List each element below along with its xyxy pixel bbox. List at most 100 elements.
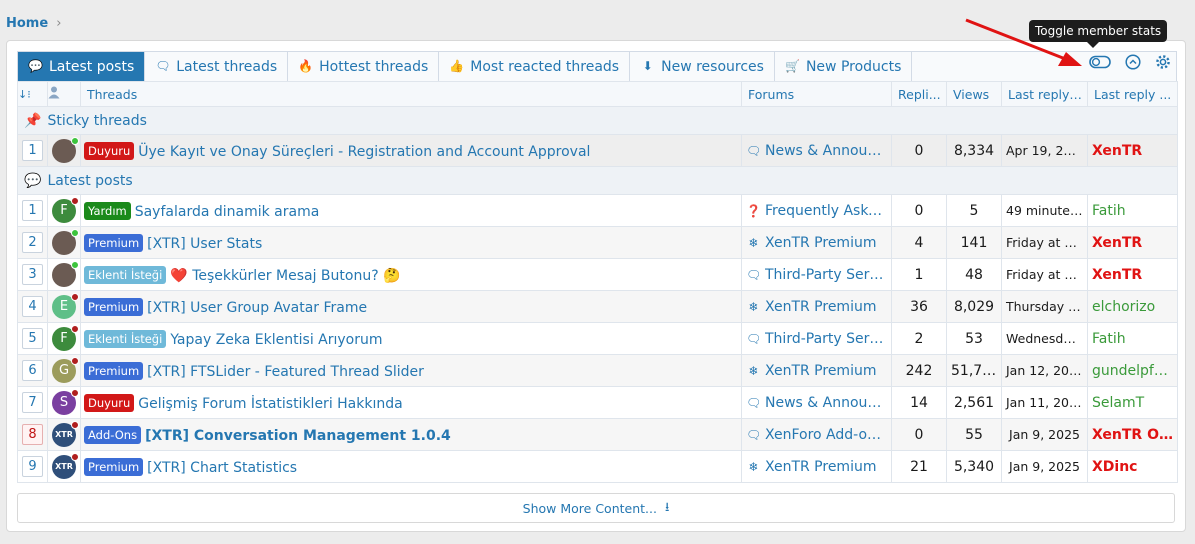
threads-column-header[interactable]: Threads bbox=[80, 81, 742, 107]
last-reply-user[interactable]: XenTR Of... bbox=[1087, 418, 1178, 451]
forum-link[interactable]: News & Announ... bbox=[765, 395, 887, 411]
collapse-icon[interactable] bbox=[1125, 54, 1141, 70]
tab-latest-posts[interactable]: 💬 Latest posts bbox=[18, 52, 146, 81]
thread-title-link[interactable]: [XTR] User Group Avatar Frame bbox=[147, 300, 367, 316]
last-reply-user[interactable]: SelamT bbox=[1087, 386, 1178, 419]
reply-count: 4 bbox=[891, 226, 947, 259]
thread-title-link[interactable]: Sayfalarda dinamik arama bbox=[135, 204, 320, 220]
forums-column-header[interactable]: Forums bbox=[741, 81, 892, 107]
last-reply-date[interactable]: Apr 19, 2021 bbox=[1001, 134, 1088, 167]
tab-4-icon: ⬇ bbox=[642, 59, 653, 73]
last-reply-date-header[interactable]: Last reply ... bbox=[1001, 81, 1088, 107]
table-row[interactable]: 5 F Eklenti İsteği Yapay Zeka Eklentisi Arı… bbox=[17, 322, 1178, 355]
avatar[interactable]: XTR bbox=[52, 452, 79, 479]
chat-icon: 💬 bbox=[24, 172, 42, 189]
thread-prefix-badge[interactable]: Premium bbox=[84, 297, 144, 316]
last-reply-date[interactable]: Wednesday... bbox=[1001, 322, 1088, 355]
last-reply-date[interactable]: Jan 12, 2025 bbox=[1001, 354, 1088, 387]
tab-new-resources[interactable]: ⬇ New resources bbox=[630, 52, 775, 81]
avatar[interactable] bbox=[52, 228, 79, 255]
thread-title-link[interactable]: Üye Kayıt ve Onay Süreçleri - Registrati… bbox=[138, 144, 590, 160]
thread-title-link[interactable]: [XTR] User Stats bbox=[147, 236, 262, 252]
avatar[interactable]: E bbox=[52, 292, 79, 319]
last-reply-user-header[interactable]: Last reply ... bbox=[1087, 81, 1178, 107]
tab-hottest-threads[interactable]: 🔥 Hottest threads bbox=[288, 52, 440, 81]
thread-title-link[interactable]: Yapay Zeka Eklentisi Arıyorum bbox=[170, 332, 382, 348]
settings-gear-icon[interactable] bbox=[1155, 54, 1171, 70]
thread-title-link[interactable]: Gelişmiş Forum İstatistikleri Hakkında bbox=[138, 396, 402, 412]
row-number: 4 bbox=[22, 296, 43, 317]
thread-title-link[interactable]: ❤️ Teşekkürler Mesaj Butonu? 🤔 bbox=[170, 268, 400, 284]
replies-column-header[interactable]: Repli... bbox=[891, 81, 947, 107]
last-reply-user[interactable]: Fatih bbox=[1087, 322, 1178, 355]
avatar[interactable]: S bbox=[52, 388, 79, 415]
last-reply-user[interactable]: XDinc bbox=[1087, 450, 1178, 483]
breadcrumb-home[interactable]: Home bbox=[6, 16, 48, 31]
last-reply-user[interactable]: XenTR bbox=[1087, 258, 1178, 291]
forum-link[interactable]: Third-Party Servi... bbox=[765, 331, 887, 347]
thread-prefix-badge[interactable]: Premium bbox=[84, 457, 144, 476]
view-count: 141 bbox=[946, 226, 1002, 259]
avatar[interactable]: F bbox=[52, 324, 79, 351]
forum-link[interactable]: XenTR Premium bbox=[765, 235, 876, 251]
forum-link[interactable]: Frequently Aske... bbox=[765, 203, 887, 219]
thread-title-link[interactable]: [XTR] Conversation Management 1.0.4 bbox=[145, 428, 451, 444]
last-reply-user[interactable]: gundelpfa... bbox=[1087, 354, 1178, 387]
reply-count: 242 bbox=[891, 354, 947, 387]
last-reply-user[interactable]: XenTR bbox=[1087, 134, 1178, 167]
avatar[interactable]: XTR bbox=[52, 420, 79, 447]
last-reply-date[interactable]: Thursday at ... bbox=[1001, 290, 1088, 323]
table-row[interactable]: 2 Premium [XTR] User Stats ❄ XenTR Premium 4 1… bbox=[17, 226, 1178, 259]
forum-link[interactable]: News & Announ... bbox=[765, 143, 887, 159]
last-reply-date[interactable]: Friday at 2:... bbox=[1001, 226, 1088, 259]
tab-new-products[interactable]: 🛒 New Products bbox=[775, 52, 913, 81]
view-count: 8,029 bbox=[946, 290, 1002, 323]
thread-prefix-badge[interactable]: Eklenti İsteği bbox=[84, 329, 167, 348]
last-reply-user[interactable]: Fatih bbox=[1087, 194, 1178, 227]
thread-prefix-badge[interactable]: Add-Ons bbox=[84, 425, 142, 444]
forum-link[interactable]: XenTR Premium bbox=[765, 299, 876, 315]
table-row[interactable]: 1 F Yardım Sayfalarda dinamik arama ❓ Frequen… bbox=[17, 194, 1178, 227]
last-reply-date[interactable]: Jan 9, 2025 bbox=[1001, 418, 1088, 451]
forum-link[interactable]: XenTR Premium bbox=[765, 363, 876, 379]
avatar[interactable] bbox=[52, 136, 79, 163]
view-count: 5 bbox=[946, 194, 1002, 227]
last-reply-date[interactable]: Jan 11, 2025 bbox=[1001, 386, 1088, 419]
sort-order-header[interactable]: ↓⁝ bbox=[17, 81, 48, 107]
tab-label: New resources bbox=[661, 58, 764, 75]
thread-prefix-badge[interactable]: Premium bbox=[84, 233, 144, 252]
table-row[interactable]: 6 G Premium [XTR] FTSLider - Featured Threa… bbox=[17, 354, 1178, 387]
last-reply-user[interactable]: elchorizo bbox=[1087, 290, 1178, 323]
avatar[interactable]: F bbox=[52, 196, 79, 223]
forum-link[interactable]: XenTR Premium bbox=[765, 459, 876, 475]
thread-prefix-badge[interactable]: Duyuru bbox=[84, 141, 135, 160]
avatar[interactable] bbox=[52, 260, 79, 287]
tab-1-icon: 🗨 bbox=[155, 59, 171, 73]
tab-latest-threads[interactable]: 🗨 Latest threads bbox=[145, 52, 289, 81]
thread-prefix-badge[interactable]: Yardım bbox=[84, 201, 131, 220]
forum-link[interactable]: Third-Party Servi... bbox=[765, 267, 887, 283]
views-column-header[interactable]: Views bbox=[946, 81, 1002, 107]
show-more-button[interactable]: Show More Content... ⭳ bbox=[17, 493, 1175, 523]
tab-most-reacted-threads[interactable]: 👍 Most reacted threads bbox=[439, 52, 631, 81]
view-count: 8,334 bbox=[946, 134, 1002, 167]
table-row[interactable]: 7 S Duyuru Gelişmiş Forum İstatistikleri Ha… bbox=[17, 386, 1178, 419]
thread-prefix-badge[interactable]: Duyuru bbox=[84, 393, 135, 412]
row-number: 8 bbox=[22, 424, 43, 445]
online-status-dot bbox=[71, 324, 79, 333]
thread-title-link[interactable]: [XTR] Chart Statistics bbox=[147, 460, 297, 476]
last-reply-date[interactable]: Friday at 3:... bbox=[1001, 258, 1088, 291]
table-row[interactable]: 1 Duyuru Üye Kayıt ve Onay Süreçleri - Reg… bbox=[17, 134, 1178, 167]
last-reply-date[interactable]: Jan 9, 2025 bbox=[1001, 450, 1088, 483]
forum-link[interactable]: XenForo Add-on... bbox=[765, 427, 887, 443]
last-reply-user[interactable]: XenTR bbox=[1087, 226, 1178, 259]
table-row[interactable]: 4 E Premium [XTR] User Group Avatar Frame ❄ X… bbox=[17, 290, 1178, 323]
table-row[interactable]: 9 XTR Premium [XTR] Chart Statistics ❄ XenTR … bbox=[17, 450, 1178, 483]
table-row[interactable]: 3 Eklenti İsteği ❤️ Teşekkürler Mesaj Buto… bbox=[17, 258, 1178, 291]
thread-prefix-badge[interactable]: Premium bbox=[84, 361, 144, 380]
last-reply-date[interactable]: 49 minutes ... bbox=[1001, 194, 1088, 227]
avatar[interactable]: G bbox=[52, 356, 79, 383]
thread-title-link[interactable]: [XTR] FTSLider - Featured Thread Slider bbox=[147, 364, 424, 380]
thread-prefix-badge[interactable]: Eklenti İsteği bbox=[84, 265, 167, 284]
table-row[interactable]: 8 XTR Add-Ons [XTR] Conversation Management… bbox=[17, 418, 1178, 451]
